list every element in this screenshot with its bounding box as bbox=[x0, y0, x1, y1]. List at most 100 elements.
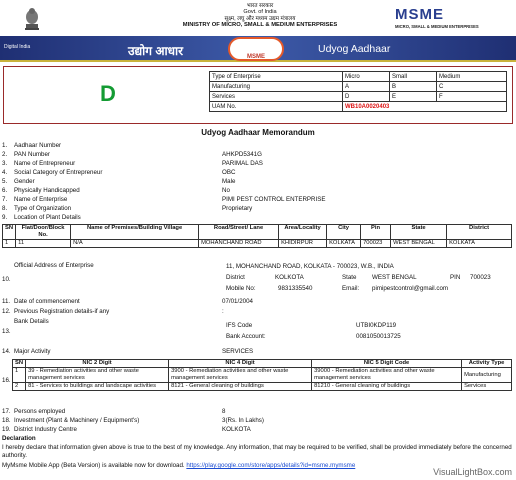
table-cell: Medium bbox=[436, 71, 507, 82]
email-value: pimipestcontrol@gmail.com bbox=[372, 285, 449, 292]
field-previous-registration: 12. Previous Registration details-if any bbox=[2, 308, 109, 316]
table-cell: 2 bbox=[11, 382, 27, 391]
column-header: Name of Premises/Building Village bbox=[70, 224, 200, 240]
table-row: UAM No. WB10A0020403 bbox=[209, 101, 507, 112]
table-cell: E bbox=[389, 91, 437, 102]
memorandum-title: Udyog Aadhaar Memorandum bbox=[201, 128, 315, 137]
declaration-title: Declaration bbox=[2, 435, 36, 442]
banner-hindi-title: उद्योग आधार bbox=[128, 44, 183, 58]
table-cell: Services bbox=[461, 382, 512, 391]
enterprise-grade: D bbox=[100, 81, 116, 106]
field-label: Social Category of Entrepreneur bbox=[14, 169, 103, 176]
page-header: भारत सरकार Govt. of India सूक्ष्म, लघु औ… bbox=[0, 0, 516, 36]
field-label: Name of Entrepreneur bbox=[14, 160, 76, 167]
pin-label: PIN bbox=[450, 274, 461, 281]
table-cell: Services bbox=[209, 91, 343, 102]
persons-employed-value: 8 bbox=[222, 408, 226, 415]
district-value: KOLKOTA bbox=[275, 274, 304, 281]
national-emblem-icon bbox=[25, 8, 39, 30]
table-cell: Manufacturing bbox=[461, 367, 512, 383]
column-header: SN bbox=[11, 359, 27, 368]
field-entrepreneur: 3. Name of Entrepreneur bbox=[2, 160, 75, 168]
field-number: 11. bbox=[2, 298, 11, 305]
field-number: 2. bbox=[2, 151, 8, 158]
enterprise-name-value: PIMI PEST CONTROL ENTERPRISE bbox=[222, 196, 326, 203]
commencement-value: 07/01/2004 bbox=[222, 298, 253, 305]
office-number: 10. bbox=[2, 276, 11, 283]
field-major-activity: 14. Major Activity bbox=[2, 348, 50, 356]
office-address-label: Official Address of Enterprise bbox=[14, 262, 94, 269]
field-organization: 8. Type of Organization bbox=[2, 205, 71, 213]
watermark: VisualLightBox.com bbox=[433, 467, 512, 477]
field-number: 8. bbox=[2, 205, 8, 212]
digital-india-logo: Digital India bbox=[4, 44, 31, 50]
field-number: 9. bbox=[2, 214, 8, 221]
government-title: भारत सरकार Govt. of India सूक्ष्म, लघु औ… bbox=[150, 3, 370, 29]
table-header-row: SN Flat/Door/Block No. Name of Premises/… bbox=[1, 224, 512, 240]
field-number: 7. bbox=[2, 196, 8, 203]
field-label: Investment (Plant & Machinery / Equipmen… bbox=[14, 417, 140, 424]
table-cell: 11 bbox=[15, 239, 72, 248]
bank-account-label: Bank Account: bbox=[226, 333, 266, 340]
table-cell: A bbox=[342, 81, 390, 92]
email-label: Email: bbox=[342, 285, 360, 292]
field-number: 6. bbox=[2, 187, 8, 194]
field-commencement: 11. Date of commencement bbox=[2, 298, 80, 306]
table-cell: 3900 - Remediation activities and other … bbox=[168, 367, 313, 383]
mobile-label: Mobile No: bbox=[226, 285, 256, 292]
field-label: Previous Registration details-if any bbox=[14, 308, 110, 315]
state-value: WEST BENGAL bbox=[372, 274, 417, 281]
entrepreneur-value: PARIMAL DAS bbox=[222, 160, 263, 167]
field-district-industry-centre: 19. District Industry Centre bbox=[2, 426, 77, 434]
field-plant-location: 9. Location of Plant Details bbox=[2, 214, 81, 222]
mobile-value: 9831335540 bbox=[278, 285, 313, 292]
table-row: Manufacturing A B C bbox=[209, 81, 507, 92]
handicapped-value: No bbox=[222, 187, 230, 194]
field-number: 1. bbox=[2, 142, 8, 149]
pan-value: AHKPD5341G bbox=[222, 151, 262, 158]
column-header: State bbox=[390, 224, 448, 240]
field-number: 4. bbox=[2, 169, 8, 176]
table-cell: Small bbox=[389, 71, 437, 82]
column-header: NIC 2 Digit bbox=[25, 359, 170, 368]
column-header: Road/Street/ Lane bbox=[198, 224, 280, 240]
field-label: Persons employed bbox=[14, 408, 66, 415]
nic-number: 16. bbox=[2, 377, 11, 384]
enterprise-type-table: Type of Enterprise Micro Small Medium Ma… bbox=[209, 71, 507, 112]
field-label: Location of Plant Details bbox=[14, 214, 81, 221]
field-number: 17. bbox=[2, 408, 11, 415]
field-label: Aadhaar Number bbox=[14, 142, 62, 149]
field-pan: 2. PAN Number bbox=[2, 151, 50, 159]
table-cell: MOHANCHAND ROAD bbox=[198, 239, 280, 248]
table-row: Services D E F bbox=[209, 91, 507, 102]
district-label: District bbox=[226, 274, 245, 281]
msme-logo-text: MSME bbox=[395, 6, 444, 23]
table-cell: KOLKATA bbox=[446, 239, 512, 248]
field-social-category: 4. Social Category of Entrepreneur bbox=[2, 169, 102, 177]
social-category-value: OBC bbox=[222, 169, 236, 176]
gender-value: Male bbox=[222, 178, 236, 185]
column-header: City bbox=[326, 224, 362, 240]
bank-details-label: Bank Details bbox=[14, 318, 49, 325]
table-cell: Manufacturing bbox=[209, 81, 343, 92]
table-cell: 8121 - General cleaning of buildings bbox=[168, 382, 313, 391]
field-label: PAN Number bbox=[14, 151, 50, 158]
table-cell: WEST BENGAL bbox=[390, 239, 448, 248]
field-number: 3. bbox=[2, 160, 8, 167]
field-investment: 18. Investment (Plant & Machinery / Equip… bbox=[2, 417, 139, 425]
table-row: 1 11 N/A MOHANCHAND ROAD KHIDIRPUR KOLKA… bbox=[1, 239, 512, 248]
banner-english-title: Udyog Aadhaar bbox=[318, 43, 391, 55]
app-download-link[interactable]: https://play.google.com/store/apps/detai… bbox=[186, 462, 355, 469]
field-number: 18. bbox=[2, 417, 11, 424]
pin-value: 700023 bbox=[470, 274, 491, 281]
table-cell: C bbox=[436, 81, 507, 92]
field-label: Type of Organization bbox=[14, 205, 72, 212]
field-number: 19. bbox=[2, 426, 11, 433]
app-download-text: MyMsme Mobile App (Beta Version) is avai… bbox=[2, 462, 185, 469]
table-cell: 81 - Services to buildings and landscape… bbox=[25, 382, 170, 391]
field-label: Major Activity bbox=[14, 348, 51, 355]
column-header: NIC 5 Digit Code bbox=[311, 359, 463, 368]
column-header: Area/Locality bbox=[278, 224, 328, 240]
field-enterprise-name: 7. Name of Enterprise bbox=[2, 196, 67, 204]
table-row: 2 81 - Services to buildings and landsca… bbox=[11, 382, 512, 391]
